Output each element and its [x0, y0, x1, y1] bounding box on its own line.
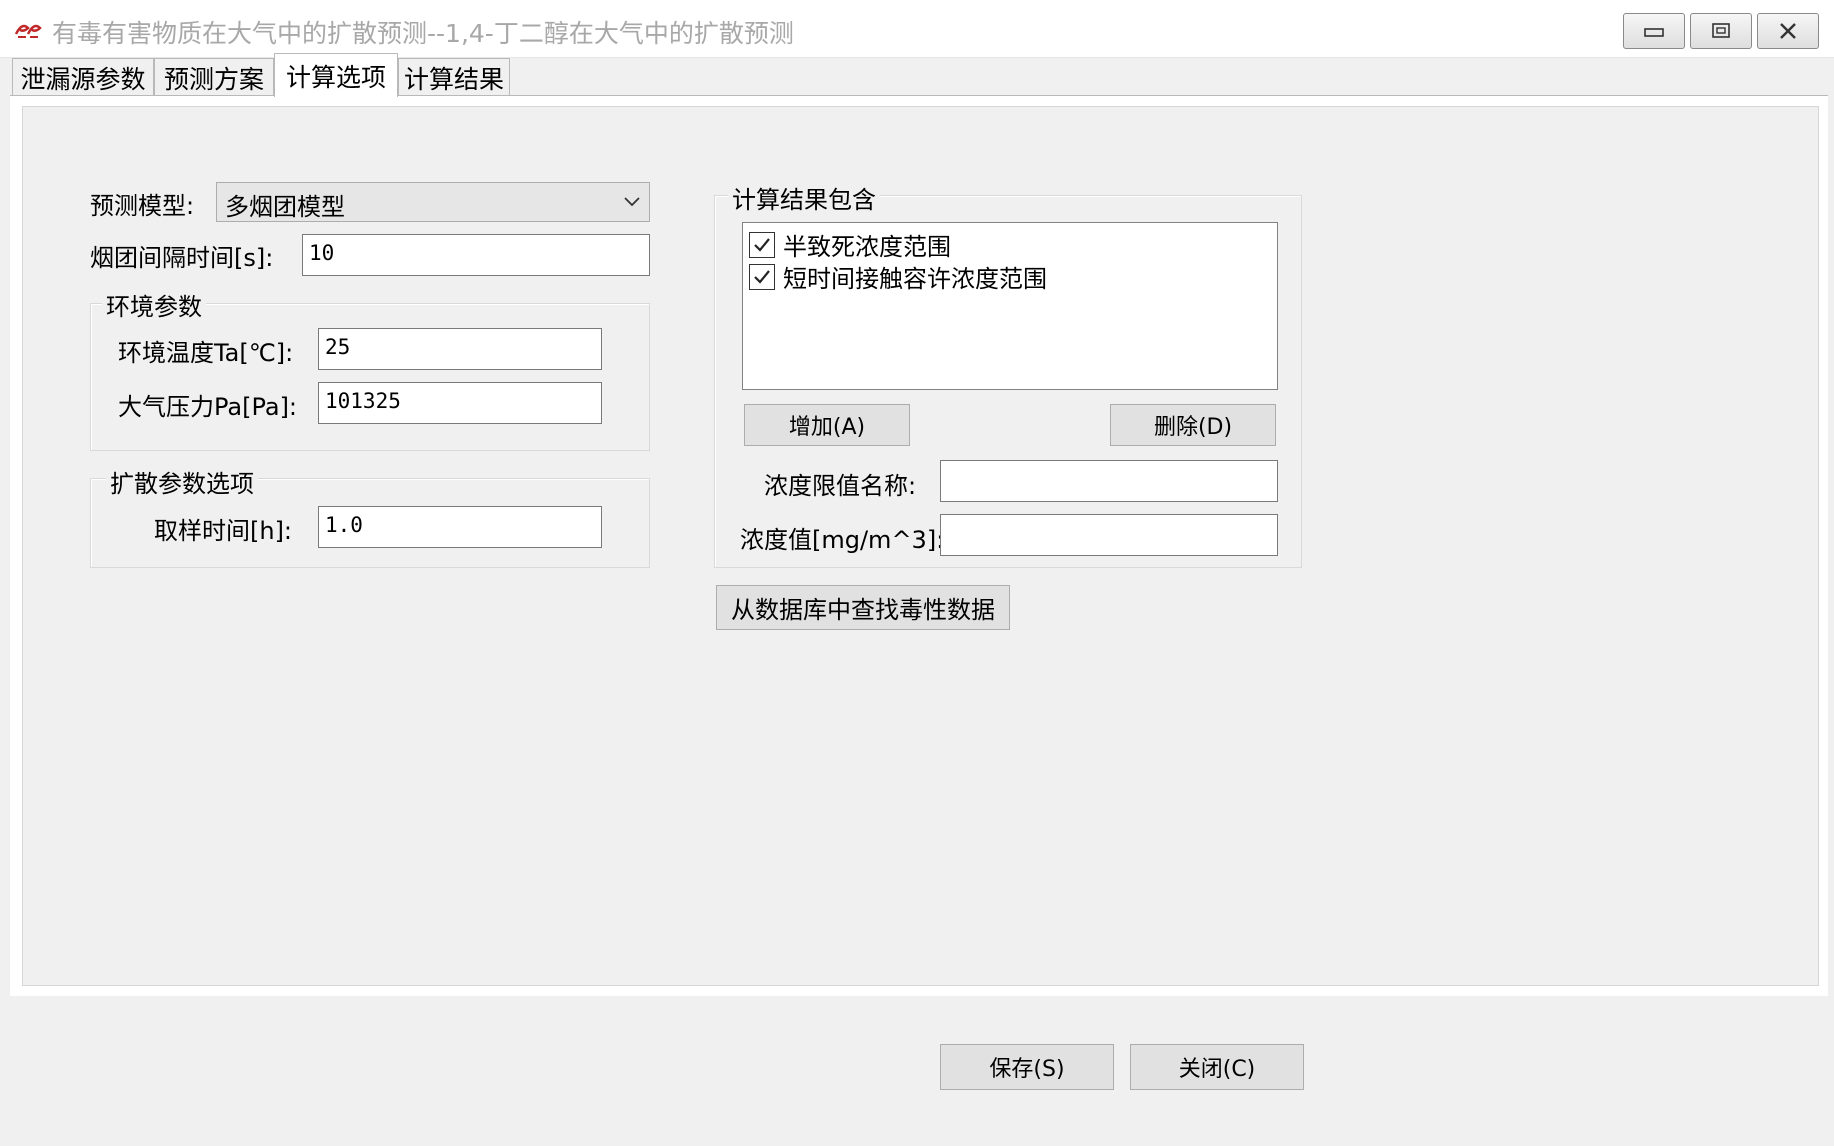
limit-name-input[interactable]: [940, 460, 1278, 502]
find-toxicity-db-button[interactable]: 从数据库中查找毒性数据: [716, 585, 1010, 630]
save-button[interactable]: 保存(S): [940, 1044, 1114, 1090]
results-include-legend: 计算结果包含: [728, 180, 880, 215]
app-icon: [14, 18, 44, 38]
concentration-label: 浓度值[mg/m^3]:: [740, 526, 945, 554]
checkmark-icon: [754, 237, 770, 252]
checkbox-short-term[interactable]: [749, 263, 775, 290]
close-window-button[interactable]: [1757, 13, 1819, 49]
tab-prediction-plan[interactable]: 预测方案: [154, 58, 274, 96]
minimize-icon: [1644, 28, 1664, 37]
list-item-label: 半致死浓度范围: [783, 233, 951, 261]
temperature-label: 环境温度Ta[℃]:: [118, 339, 294, 367]
tab-leak-source[interactable]: 泄漏源参数: [12, 58, 154, 96]
minimize-button[interactable]: [1623, 13, 1685, 49]
concentration-input[interactable]: [940, 514, 1278, 556]
pressure-label: 大气压力Pa[Pa]:: [118, 393, 298, 421]
maximize-icon: [1712, 23, 1730, 38]
close-button[interactable]: 关闭(C): [1130, 1044, 1304, 1090]
puff-interval-input[interactable]: 10: [302, 234, 650, 276]
tab-calc-results[interactable]: 计算结果: [398, 58, 510, 96]
model-label: 预测模型:: [90, 192, 195, 220]
delete-button[interactable]: 删除(D): [1110, 404, 1276, 446]
window-title: 有毒有害物质在大气中的扩散预测--1,4-丁二醇在大气中的扩散预测: [52, 19, 794, 48]
checkmark-icon: [754, 269, 770, 284]
dispersion-legend: 扩散参数选项: [106, 464, 258, 499]
add-button[interactable]: 增加(A): [744, 404, 910, 446]
puff-interval-label: 烟团间隔时间[s]:: [90, 244, 274, 272]
results-listbox[interactable]: 半致死浓度范围 短时间接触容许浓度范围: [742, 222, 1278, 390]
checkbox-lethal[interactable]: [749, 231, 775, 258]
sampling-time-input[interactable]: 1.0: [318, 506, 602, 548]
pressure-input[interactable]: 101325: [318, 382, 602, 424]
temperature-input[interactable]: 25: [318, 328, 602, 370]
chevron-down-icon: [624, 197, 640, 207]
model-select[interactable]: 多烟团模型: [216, 182, 650, 222]
close-icon: [1780, 23, 1796, 39]
environment-group: [90, 303, 650, 451]
maximize-button[interactable]: [1690, 13, 1752, 49]
model-select-value: 多烟团模型: [225, 193, 345, 221]
sampling-time-label: 取样时间[h]:: [154, 517, 293, 545]
limit-name-label: 浓度限值名称:: [764, 472, 917, 500]
environment-legend: 环境参数: [102, 287, 206, 322]
list-item[interactable]: 短时间接触容许浓度范围: [749, 259, 1047, 294]
title-bar: 有毒有害物质在大气中的扩散预测--1,4-丁二醇在大气中的扩散预测: [0, 0, 1834, 58]
list-item[interactable]: 半致死浓度范围: [749, 227, 951, 262]
tab-calc-options[interactable]: 计算选项: [274, 53, 398, 97]
list-item-label: 短时间接触容许浓度范围: [783, 265, 1047, 293]
